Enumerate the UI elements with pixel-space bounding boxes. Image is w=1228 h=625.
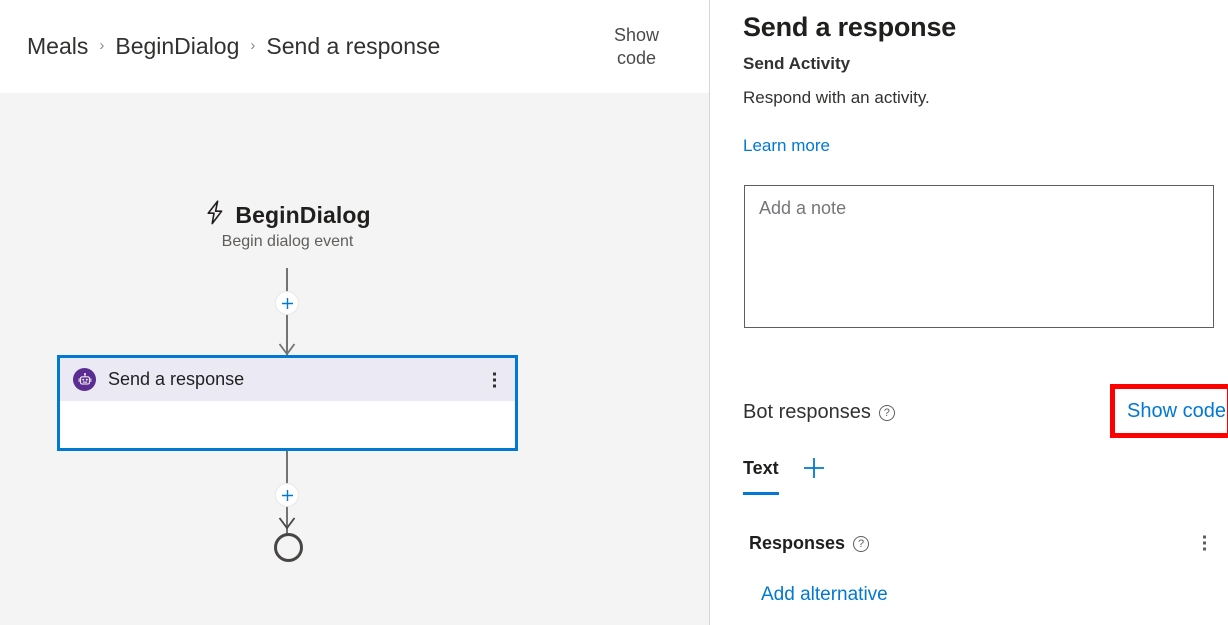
breadcrumb-bar: Meals › BeginDialog › Send a response Sh…	[0, 0, 709, 93]
bot-icon	[73, 368, 96, 391]
show-code-toolbar-line-1: Show	[613, 24, 659, 45]
property-panel: Send a response Send Activity Respond wi…	[710, 0, 1228, 625]
more-dot	[1203, 541, 1206, 545]
help-icon[interactable]: ?	[878, 405, 895, 421]
add-node-below-button[interactable]	[275, 483, 299, 507]
more-dot	[493, 378, 496, 381]
tab-text[interactable]: Text	[743, 458, 779, 495]
show-code-highlight-box: Show code	[1110, 384, 1228, 438]
trigger-title-row: BeginDialog	[0, 200, 575, 230]
action-node-send-a-response[interactable]: Send a response	[57, 355, 518, 451]
bot-responses-label: Bot responses	[743, 400, 871, 423]
note-field[interactable]	[744, 185, 1214, 328]
action-node-header: Send a response	[60, 358, 515, 401]
more-dot	[493, 384, 496, 387]
more-vertical-icon[interactable]	[1200, 533, 1209, 554]
response-type-tabs: Text	[743, 455, 827, 497]
help-icon[interactable]: ?	[853, 536, 870, 552]
panel-subtitle: Send Activity	[743, 54, 851, 73]
trigger-subtitle: Begin dialog event	[221, 233, 354, 250]
end-of-flow-node	[274, 533, 303, 562]
breadcrumb-item-begindialog[interactable]: BeginDialog	[115, 33, 239, 60]
add-alternative-link[interactable]: Add alternative	[761, 584, 888, 606]
learn-more-link[interactable]: Learn more	[743, 136, 830, 156]
breadcrumb: Meals › BeginDialog › Send a response	[0, 33, 614, 60]
lightning-bolt-icon	[204, 200, 226, 230]
responses-header: Responses ?	[749, 530, 1209, 556]
page-title: Send a response	[743, 12, 957, 42]
more-dot	[1203, 535, 1206, 539]
responses-label: Responses	[749, 532, 846, 553]
trigger-title: BeginDialog	[235, 201, 371, 228]
chevron-right-icon: ›	[99, 37, 105, 54]
dialog-flow-canvas[interactable]: BeginDialog Begin dialog event Send a re…	[0, 93, 709, 625]
add-response-type-button[interactable]	[801, 455, 827, 481]
show-code-toolbar-button[interactable]: Show code	[614, 24, 659, 69]
add-node-above-button[interactable]	[275, 291, 299, 315]
more-vertical-icon[interactable]	[490, 369, 499, 390]
show-code-link[interactable]: Show code	[1115, 389, 1227, 433]
app-root: Meals › BeginDialog › Send a response Sh…	[0, 0, 1228, 625]
chevron-right-icon: ›	[250, 37, 256, 54]
show-code-toolbar-line-2: code	[616, 47, 656, 68]
breadcrumb-item-meals[interactable]: Meals	[27, 33, 88, 60]
more-dot	[1203, 547, 1206, 551]
breadcrumb-item-send-a-response[interactable]: Send a response	[266, 33, 440, 60]
action-node-label: Send a response	[108, 369, 245, 389]
panel-description: Respond with an activity.	[743, 88, 930, 107]
trigger-node[interactable]: BeginDialog Begin dialog event	[0, 200, 575, 251]
more-dot	[493, 372, 496, 375]
